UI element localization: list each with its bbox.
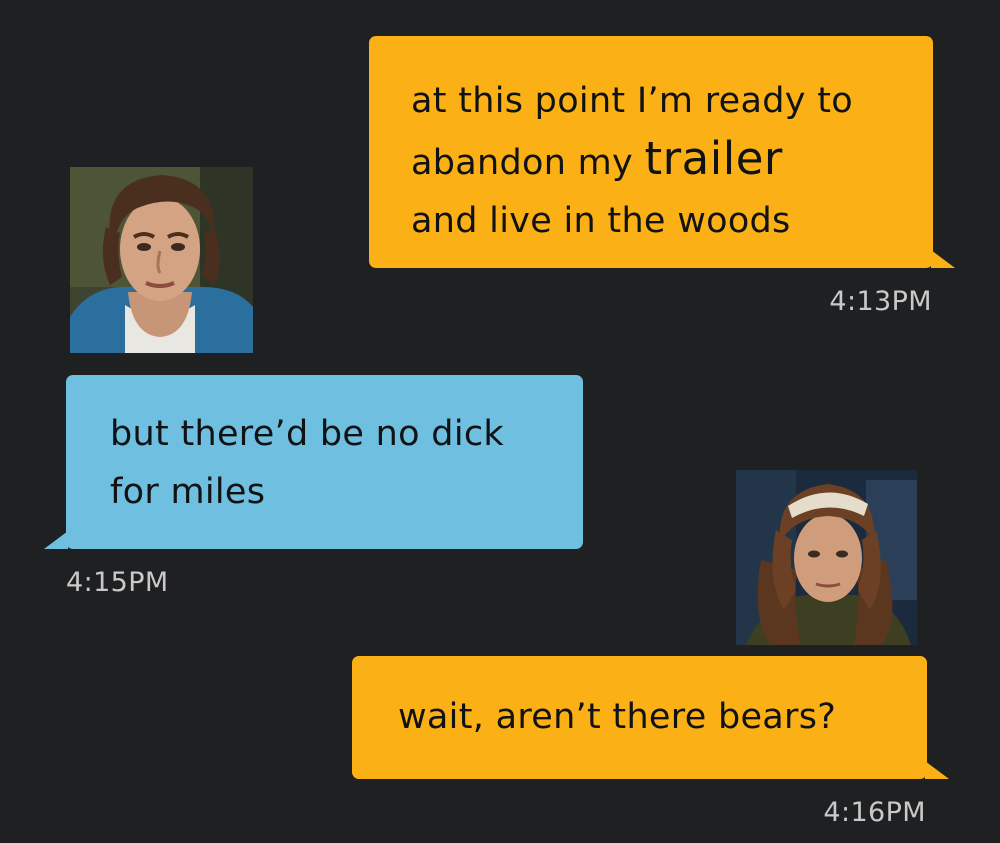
message-text-line: but there’d be no dick	[110, 414, 504, 454]
avatar-photo-right	[736, 470, 917, 645]
message-timestamp: 4:13PM	[829, 286, 932, 317]
message-text-line: for miles	[110, 472, 266, 512]
message-text-line: wait, aren’t there bears?	[398, 697, 837, 737]
message-text-line: at this point I’m ready to	[411, 81, 853, 121]
message-bubble-outgoing-1[interactable]: at this point I’m ready to abandon my tr…	[369, 36, 955, 268]
bubble-tail	[925, 761, 949, 779]
bubble-tail	[44, 531, 68, 549]
message-text-line: and live in the woods	[411, 201, 791, 241]
message-text-line: abandon my trailer	[411, 130, 933, 192]
avatar-photo-left	[70, 167, 253, 353]
emphasized-word: trailer	[644, 132, 783, 185]
message-text-fragment: abandon my	[411, 143, 634, 183]
message-bubble-incoming-1[interactable]: but there’d be no dick for miles	[44, 375, 583, 549]
chat-screen: at this point I’m ready to abandon my tr…	[0, 0, 1000, 843]
contact-avatar-left[interactable]	[70, 167, 253, 353]
message-timestamp: 4:15PM	[66, 567, 169, 598]
message-timestamp: 4:16PM	[823, 797, 926, 828]
bubble-tail	[931, 250, 955, 268]
message-bubble-outgoing-2[interactable]: wait, aren’t there bears?	[352, 656, 949, 779]
contact-avatar-right[interactable]	[736, 470, 917, 645]
